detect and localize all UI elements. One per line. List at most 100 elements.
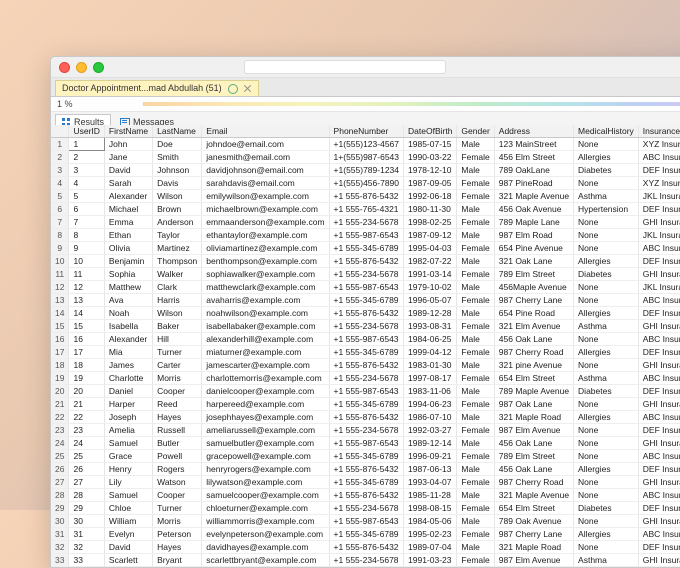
- table-row[interactable]: 3131EvelynPetersonevelynpeterson@example…: [51, 528, 680, 541]
- cell-userid[interactable]: 12: [69, 281, 104, 294]
- cell-lastname[interactable]: Baker: [153, 320, 202, 333]
- cell-insprov[interactable]: JKL Insurance: [638, 229, 680, 242]
- cell-gender[interactable]: Female: [457, 294, 494, 307]
- cell-medical[interactable]: None: [574, 567, 639, 568]
- cell-medical[interactable]: None: [574, 242, 639, 255]
- cell-email[interactable]: sophiawalker@example.com: [202, 268, 329, 281]
- cell-dob[interactable]: 1987-06-13: [404, 463, 457, 476]
- col-email[interactable]: Email: [202, 125, 329, 138]
- cell-gender[interactable]: Female: [457, 151, 494, 164]
- cell-address[interactable]: 987 Elm Avenue: [494, 424, 573, 437]
- cell-dob[interactable]: 1979-10-02: [404, 281, 457, 294]
- cell-insprov[interactable]: ABC Insurance: [638, 372, 680, 385]
- cell-gender[interactable]: Male: [457, 437, 494, 450]
- table-row[interactable]: 1111SophiaWalkersophiawalker@example.com…: [51, 268, 680, 281]
- cell-lastname[interactable]: Bryant: [153, 554, 202, 567]
- cell-phone[interactable]: +1 555-234-5678: [329, 372, 403, 385]
- cell-dob[interactable]: 1992-03-27: [404, 424, 457, 437]
- cell-email[interactable]: davidjohnson@email.com: [202, 164, 329, 177]
- cell-phone[interactable]: +1 555-987-6543: [329, 281, 403, 294]
- cell-insprov[interactable]: DEF Insurance: [638, 255, 680, 268]
- cell-phone[interactable]: +1(555)456-7890: [329, 177, 403, 190]
- cell-lastname[interactable]: Taylor: [153, 229, 202, 242]
- cell-firstname[interactable]: Daniel: [104, 385, 152, 398]
- cell-firstname[interactable]: Henry: [104, 463, 152, 476]
- cell-email[interactable]: ethantaylor@example.com: [202, 229, 329, 242]
- cell-phone[interactable]: +1 555-987-6543: [329, 229, 403, 242]
- cell-dob[interactable]: 1987-09-12: [404, 229, 457, 242]
- cell-phone[interactable]: +1 555-876-5432: [329, 463, 403, 476]
- cell-medical[interactable]: None: [574, 229, 639, 242]
- cell-gender[interactable]: Female: [457, 554, 494, 567]
- cell-email[interactable]: williammorris@example.com: [202, 515, 329, 528]
- cell-firstname[interactable]: Olivia: [104, 242, 152, 255]
- cell-firstname[interactable]: Jane: [104, 151, 152, 164]
- cell-dob[interactable]: 1994-06-23: [404, 398, 457, 411]
- cell-insprov[interactable]: DEF Insurance: [638, 424, 680, 437]
- table-row[interactable]: 2222JosephHayesjosephhayes@example.com+1…: [51, 411, 680, 424]
- cell-dob[interactable]: 1991-03-14: [404, 268, 457, 281]
- cell-dob[interactable]: 1989-12-28: [404, 307, 457, 320]
- cell-email[interactable]: sarahdavis@email.com: [202, 177, 329, 190]
- table-row[interactable]: 1717MiaTurnermiaturner@example.com+1 555…: [51, 346, 680, 359]
- maximize-window-icon[interactable]: [93, 62, 104, 73]
- cell-email[interactable]: michaelbrown@example.com: [202, 203, 329, 216]
- cell-address[interactable]: 321 Maple Avenue: [494, 489, 573, 502]
- cell-address[interactable]: 789 OakLane: [494, 164, 573, 177]
- cell-medical[interactable]: None: [574, 424, 639, 437]
- minimize-window-icon[interactable]: [76, 62, 87, 73]
- cell-firstname[interactable]: Harper: [104, 398, 152, 411]
- cell-gender[interactable]: Male: [457, 229, 494, 242]
- cell-lastname[interactable]: Johnson: [153, 164, 202, 177]
- cell-email[interactable]: danielcooper@example.com: [202, 385, 329, 398]
- cell-address[interactable]: 321 Maple Road: [494, 411, 573, 424]
- cell-firstname[interactable]: Joseph: [104, 411, 152, 424]
- cell-dob[interactable]: 1997-08-17: [404, 372, 457, 385]
- cell-firstname[interactable]: Charlotte: [104, 372, 152, 385]
- cell-insprov[interactable]: GHI Insurance: [638, 476, 680, 489]
- cell-userid[interactable]: 31: [69, 528, 104, 541]
- cell-firstname[interactable]: Isabella: [104, 320, 152, 333]
- cell-address[interactable]: 321 Maple Road: [494, 541, 573, 554]
- cell-email[interactable]: matthewclark@example.com: [202, 281, 329, 294]
- cell-userid[interactable]: 5: [69, 190, 104, 203]
- cell-gender[interactable]: Female: [457, 424, 494, 437]
- close-window-icon[interactable]: [59, 62, 70, 73]
- cell-gender[interactable]: Female: [457, 528, 494, 541]
- table-row[interactable]: 1313AvaHarrisavaharris@example.com+1 555…: [51, 294, 680, 307]
- cell-gender[interactable]: Male: [457, 515, 494, 528]
- cell-email[interactable]: janesmith@email.com: [202, 151, 329, 164]
- cell-address[interactable]: 123 MainStreet: [494, 138, 573, 151]
- cell-email[interactable]: oliviamartinez@example.com: [202, 242, 329, 255]
- cell-dob[interactable]: 1986-10-11: [404, 567, 457, 568]
- cell-gender[interactable]: Male: [457, 307, 494, 320]
- col-insprov[interactable]: InsuranceProvider: [638, 125, 680, 138]
- cell-medical[interactable]: None: [574, 437, 639, 450]
- cell-dob[interactable]: 1995-04-03: [404, 242, 457, 255]
- cell-email[interactable]: emilywilson@example.com: [202, 190, 329, 203]
- cell-firstname[interactable]: Michael: [104, 203, 152, 216]
- cell-userid[interactable]: 20: [69, 385, 104, 398]
- cell-userid[interactable]: 9: [69, 242, 104, 255]
- cell-userid[interactable]: 33: [69, 554, 104, 567]
- cell-dob[interactable]: 1985-07-15: [404, 138, 457, 151]
- cell-email[interactable]: samuelbutler@example.com: [202, 437, 329, 450]
- cell-phone[interactable]: +1 555-987-6543: [329, 385, 403, 398]
- cell-gender[interactable]: Female: [457, 502, 494, 515]
- cell-insprov[interactable]: GHI Insurance: [638, 359, 680, 372]
- table-row[interactable]: 2626HenryRogershenryrogers@example.com+1…: [51, 463, 680, 476]
- cell-insprov[interactable]: JKL Insurance: [638, 281, 680, 294]
- cell-medical[interactable]: None: [574, 281, 639, 294]
- cell-email[interactable]: josephhayes@example.com: [202, 411, 329, 424]
- table-row[interactable]: 3232DavidHayesdavidhayes@example.com+1 5…: [51, 541, 680, 554]
- cell-phone[interactable]: +1 555-765-4321: [329, 203, 403, 216]
- cell-insprov[interactable]: GHI Insurance: [638, 515, 680, 528]
- table-row[interactable]: 2020DanielCooperdanielcooper@example.com…: [51, 385, 680, 398]
- table-row[interactable]: 3434JamesEdwardsjamesedwards@email.com+1…: [51, 567, 680, 568]
- cell-insprov[interactable]: ABC Insurance: [638, 294, 680, 307]
- table-row[interactable]: 44SarahDavissarahdavis@email.com+1(555)4…: [51, 177, 680, 190]
- cell-userid[interactable]: 28: [69, 489, 104, 502]
- cell-medical[interactable]: Allergies: [574, 528, 639, 541]
- table-row[interactable]: 1515IsabellaBakerisabellabaker@example.c…: [51, 320, 680, 333]
- cell-insprov[interactable]: DEF Insurance: [638, 346, 680, 359]
